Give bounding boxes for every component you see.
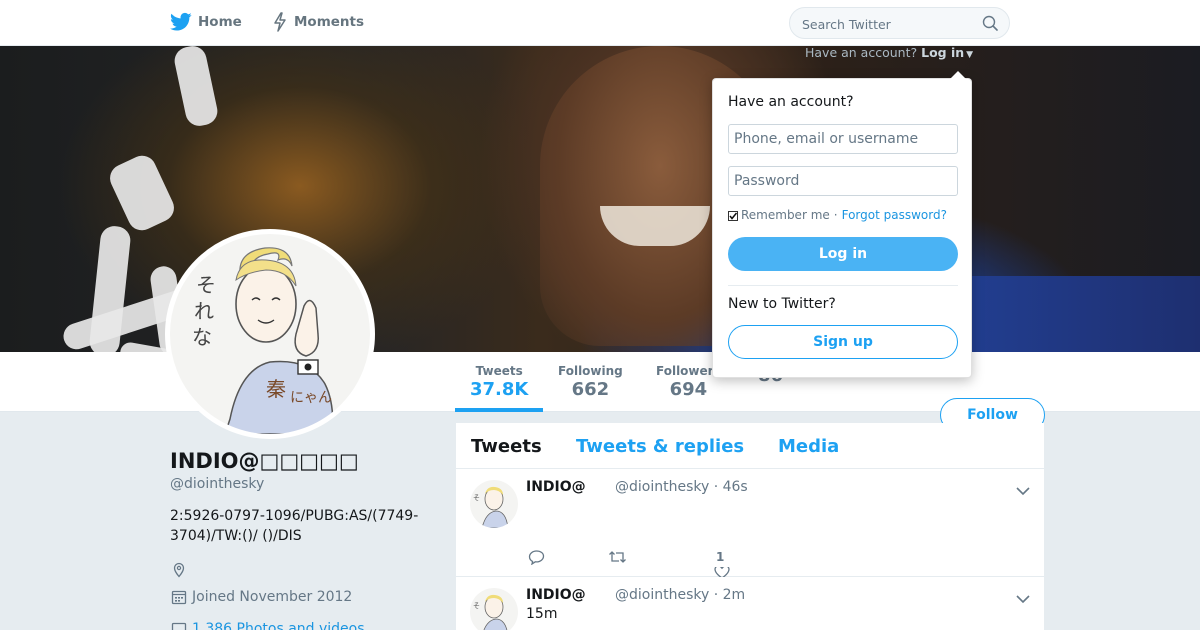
- profile-location: [170, 561, 192, 579]
- tweet-meta[interactable]: @diointhesky · 2m: [615, 587, 745, 603]
- stat-following-value: 662: [571, 379, 610, 400]
- reply-icon[interactable]: [528, 549, 545, 565]
- dropdown-title: Have an account?: [728, 94, 854, 110]
- forgot-password-link[interactable]: Forgot password?: [842, 208, 947, 222]
- svg-text:秦: 秦: [266, 377, 286, 401]
- tweet-item[interactable]: そ INDIO@ @diointhesky · 46s 1: [456, 469, 1044, 577]
- search-input[interactable]: [802, 14, 972, 34]
- tweet-author-name[interactable]: INDIO@: [526, 479, 586, 495]
- profile-name: INDIO@□□□□□: [170, 449, 359, 473]
- stat-following[interactable]: Following 662: [558, 364, 623, 400]
- svg-text:そ: そ: [473, 602, 480, 610]
- password-field[interactable]: [728, 166, 958, 196]
- tab-media[interactable]: Media: [778, 436, 839, 457]
- calendar-icon: [170, 588, 188, 606]
- svg-text:そ: そ: [196, 273, 216, 297]
- nav-moments-label: Moments: [294, 14, 365, 30]
- new-to-twitter-text: New to Twitter?: [728, 296, 836, 312]
- joined-text: Joined November 2012: [192, 589, 353, 605]
- timeline-tabs: Tweets Tweets & replies Media: [456, 423, 1044, 469]
- have-account-text: Have an account?: [805, 45, 918, 60]
- tweet-item[interactable]: そ INDIO@ @diointhesky · 2m 15m: [456, 577, 1044, 630]
- stat-tweets-value: 37.8K: [470, 379, 529, 400]
- caret-down-icon: ▼: [966, 50, 974, 60]
- profile-joined: Joined November 2012: [170, 588, 352, 606]
- nav-home-label: Home: [198, 14, 242, 30]
- tweet-meta[interactable]: @diointhesky · 46s: [615, 479, 748, 495]
- stat-tweets-label: Tweets: [475, 364, 523, 378]
- svg-text:そ: そ: [473, 494, 480, 502]
- active-stat-underline: [455, 408, 543, 412]
- location-pin-icon: [170, 561, 188, 579]
- top-navigation-bar: Home Moments: [0, 0, 1200, 46]
- remember-row: Remember me · Forgot password?: [728, 208, 947, 222]
- profile-avatar[interactable]: そ れ な 秦 にゃん: [165, 229, 375, 439]
- login-dropdown: Have an account? Remember me · Forgot pa…: [712, 71, 972, 378]
- profile-handle[interactable]: @diointhesky: [170, 476, 264, 492]
- chevron-down-icon[interactable]: [1016, 589, 1030, 608]
- retweet-icon[interactable]: [608, 549, 627, 565]
- bird-icon: [170, 12, 192, 31]
- avatar-illustration: そ れ な 秦 にゃん: [192, 247, 334, 434]
- login-button[interactable]: Log in: [728, 237, 958, 271]
- stat-followers-label: Followers: [656, 364, 721, 378]
- remember-separator: ·: [833, 208, 838, 222]
- chevron-down-icon[interactable]: [1016, 481, 1030, 500]
- profile-photos-link[interactable]: 1,386 Photos and videos: [170, 620, 365, 630]
- remember-checkbox[interactable]: [728, 210, 738, 221]
- tweet-avatar[interactable]: そ: [470, 480, 518, 528]
- profile-bio: 2:5926-0797-1096/PUBG:AS/(7749-3704)/TW:…: [170, 508, 419, 544]
- tweet-author-name[interactable]: INDIO@: [526, 587, 586, 603]
- nav-home[interactable]: Home: [170, 12, 242, 32]
- have-account-login-link[interactable]: Have an account? Log in ▼: [805, 45, 973, 60]
- stat-followers-value: 694: [669, 379, 708, 400]
- remember-label[interactable]: Remember me: [741, 208, 830, 222]
- svg-text:な: な: [192, 325, 212, 349]
- svg-text:れ: れ: [194, 299, 214, 323]
- tweet-avatar[interactable]: そ: [470, 588, 518, 630]
- lightning-icon: [274, 12, 286, 32]
- tab-tweets-replies[interactable]: Tweets & replies: [576, 436, 744, 457]
- signup-button[interactable]: Sign up: [728, 325, 958, 359]
- svg-text:にゃん: にゃん: [290, 390, 332, 406]
- tweet-text: 15m: [526, 606, 558, 622]
- login-link-label[interactable]: Log in: [921, 45, 964, 60]
- search-box: [789, 7, 1010, 39]
- dropdown-caret: [950, 71, 966, 79]
- tab-tweets[interactable]: Tweets: [471, 436, 542, 457]
- stat-following-label: Following: [558, 364, 623, 378]
- photos-icon: [170, 620, 188, 630]
- stat-followers[interactable]: Followers 694: [656, 364, 721, 400]
- like-count: 1: [716, 550, 725, 564]
- dropdown-divider: [728, 285, 958, 286]
- search-icon[interactable]: [982, 15, 998, 35]
- timeline: Tweets Tweets & replies Media そ INDIO@ @…: [456, 423, 1044, 630]
- like-button[interactable]: 1: [716, 550, 724, 564]
- stat-tweets[interactable]: Tweets 37.8K: [470, 364, 528, 400]
- photos-text[interactable]: 1,386 Photos and videos: [192, 621, 365, 630]
- heart-icon[interactable]: [714, 567, 730, 577]
- username-field[interactable]: [728, 124, 958, 154]
- nav-moments[interactable]: Moments: [272, 12, 364, 32]
